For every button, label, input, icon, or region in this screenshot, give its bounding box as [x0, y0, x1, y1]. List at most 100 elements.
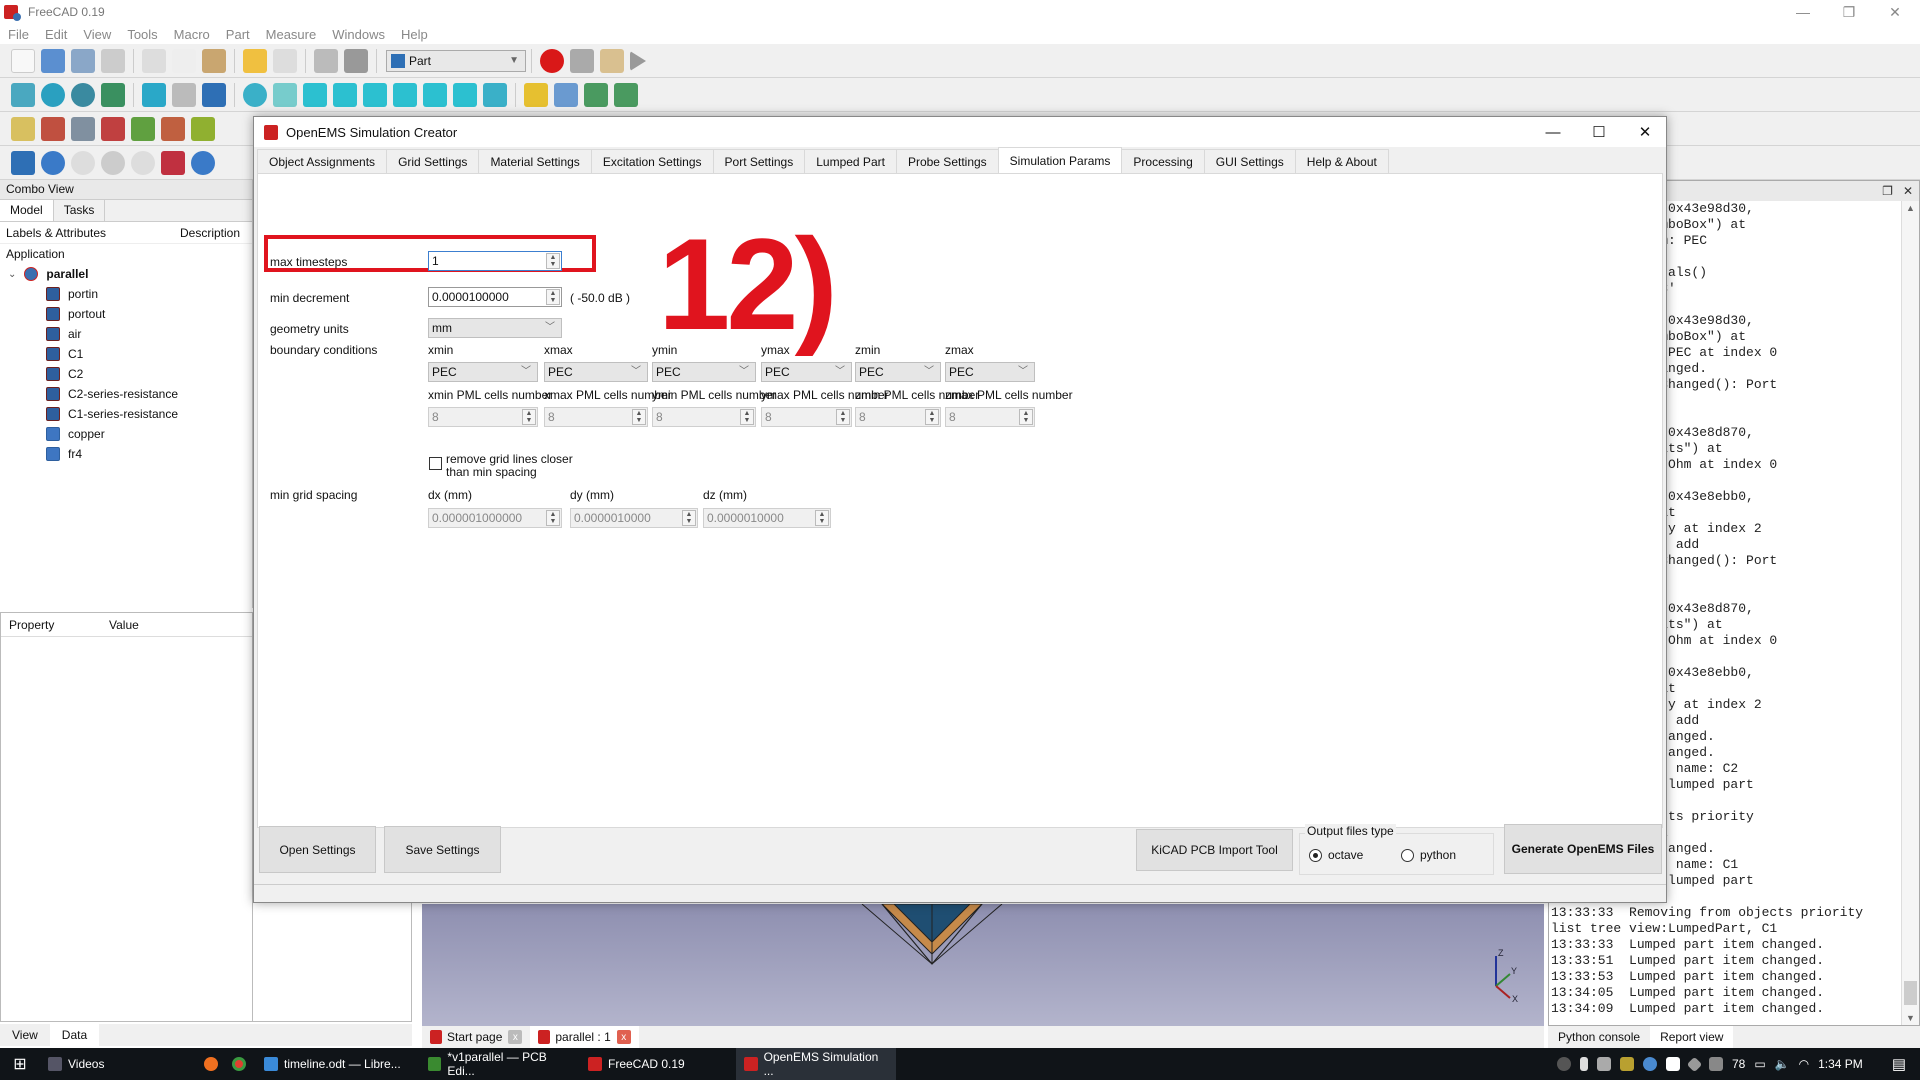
copy-icon[interactable]: [172, 48, 196, 73]
tree-item[interactable]: C2: [0, 364, 252, 384]
redo-icon[interactable]: [273, 48, 297, 73]
scroll-down-icon[interactable]: ▼: [1906, 1013, 1915, 1023]
clock[interactable]: 1:34 PM: [1818, 1057, 1863, 1071]
taskbar-chrome[interactable]: [228, 1048, 256, 1080]
join-icon[interactable]: [161, 150, 185, 175]
menu-measure[interactable]: Measure: [266, 27, 317, 42]
radio-button-selected-icon[interactable]: [1309, 849, 1322, 863]
box-icon[interactable]: [11, 150, 35, 175]
spin-arrows-icon[interactable]: ▲ ▼: [522, 409, 536, 425]
float-panel-icon[interactable]: ❐: [1882, 184, 1893, 198]
measure-toggle-3d-icon[interactable]: [131, 116, 155, 141]
tree-item[interactable]: air: [0, 324, 252, 344]
zmin-boundary-select[interactable]: PEC ﹀: [855, 362, 941, 382]
column-labels-attributes[interactable]: Labels & Attributes: [0, 226, 174, 240]
column-value[interactable]: Value: [101, 618, 139, 632]
spin-arrows-icon[interactable]: ▲ ▼: [682, 510, 696, 526]
workbench-selector[interactable]: Part ▼: [386, 49, 526, 72]
right-view-icon[interactable]: [363, 82, 387, 107]
xmin-boundary-select[interactable]: PEC ﹀: [428, 362, 538, 382]
tree-item[interactable]: portout: [0, 304, 252, 324]
tree-item[interactable]: C1-series-resistance: [0, 404, 252, 424]
measure-refresh-icon[interactable]: [101, 116, 125, 141]
open-folder-icon[interactable]: [41, 48, 65, 73]
menu-file[interactable]: File: [8, 27, 29, 42]
dx-input[interactable]: 0.000001000000 ▲ ▼: [428, 508, 562, 528]
radio-octave[interactable]: octave: [1309, 848, 1363, 863]
minimize-button[interactable]: —: [1780, 0, 1826, 24]
menu-windows[interactable]: Windows: [332, 27, 385, 42]
app-tray-icon[interactable]: [1619, 1057, 1634, 1071]
zmin-pml-input[interactable]: 8 ▲ ▼: [855, 407, 941, 427]
cut-shape-icon[interactable]: [71, 150, 95, 175]
run-macro-icon[interactable]: [630, 50, 646, 71]
xmin-pml-input[interactable]: 8 ▲ ▼: [428, 407, 538, 427]
dz-input[interactable]: 0.0000010000 ▲ ▼: [703, 508, 831, 528]
forward-arrow-icon[interactable]: [172, 82, 196, 107]
close-tab-icon[interactable]: x: [616, 1030, 631, 1044]
menu-part[interactable]: Part: [226, 27, 250, 42]
menu-macro[interactable]: Macro: [174, 27, 210, 42]
record-macro-icon[interactable]: [540, 48, 564, 73]
radio-python[interactable]: python: [1401, 848, 1456, 863]
spin-arrows-icon[interactable]: ▲ ▼: [546, 510, 560, 526]
ymin-boundary-select[interactable]: PEC ﹀: [652, 362, 756, 382]
tree-item[interactable]: C2-series-resistance: [0, 384, 252, 404]
tree-item[interactable]: portin: [0, 284, 252, 304]
start-button[interactable]: ⊞: [0, 1048, 40, 1080]
isometric-view-icon[interactable]: [273, 82, 297, 107]
measure-clear-icon[interactable]: [41, 116, 65, 141]
wifi-icon[interactable]: ◠: [1799, 1057, 1809, 1071]
tab-excitation-settings[interactable]: Excitation Settings: [590, 149, 714, 173]
diamond-app-icon[interactable]: [1686, 1056, 1703, 1072]
menu-edit[interactable]: Edit: [45, 27, 67, 42]
taskbar-firefox[interactable]: [200, 1048, 228, 1080]
group-icon[interactable]: [554, 82, 578, 107]
close-button[interactable]: ✕: [1872, 0, 1918, 24]
radio-button-icon[interactable]: [1401, 849, 1414, 863]
tab-help-about[interactable]: Help & About: [1294, 149, 1389, 173]
rear-view-icon[interactable]: [393, 82, 417, 107]
boolean-icon[interactable]: [41, 150, 65, 175]
column-description[interactable]: Description: [174, 226, 240, 240]
battery-icon[interactable]: ▭: [1754, 1057, 1765, 1071]
dy-input[interactable]: 0.0000010000 ▲ ▼: [570, 508, 698, 528]
zoom-icon[interactable]: [243, 82, 267, 107]
taskbar-freecad[interactable]: FreeCAD 0.19: [580, 1048, 736, 1080]
remove-grid-lines-checkbox[interactable]: [429, 457, 442, 470]
fit-all-icon[interactable]: [11, 82, 35, 107]
tree-item[interactable]: C1: [0, 344, 252, 364]
link-actions-icon[interactable]: [614, 82, 638, 107]
open-settings-button[interactable]: Open Settings: [259, 826, 376, 873]
dialog-minimize-button[interactable]: —: [1530, 117, 1576, 147]
tree-document-parallel[interactable]: ⌄ parallel: [0, 264, 252, 284]
tab-data[interactable]: Data: [49, 1024, 100, 1046]
restore-button[interactable]: ❐: [1826, 0, 1872, 24]
link-icon[interactable]: [584, 82, 608, 107]
draw-style-icon[interactable]: [71, 82, 95, 107]
front-view-icon[interactable]: [303, 82, 327, 107]
taskbar-openems[interactable]: OpenEMS Simulation ...: [736, 1048, 896, 1080]
tab-start-page[interactable]: Start page x: [422, 1026, 530, 1048]
refresh-icon[interactable]: [314, 48, 338, 73]
edit-macro-icon[interactable]: [600, 48, 624, 73]
close-panel-icon[interactable]: ✕: [1903, 184, 1913, 198]
sync-view-icon[interactable]: [202, 82, 226, 107]
tab-model[interactable]: Model: [0, 200, 54, 221]
left-view-icon[interactable]: [453, 82, 477, 107]
tab-gui-settings[interactable]: GUI Settings: [1203, 149, 1296, 173]
spin-arrows-icon[interactable]: ▲ ▼: [632, 409, 646, 425]
xmax-pml-input[interactable]: 8 ▲ ▼: [544, 407, 648, 427]
taskbar-videos[interactable]: Videos: [40, 1048, 200, 1080]
measure-angular-icon[interactable]: [71, 116, 95, 141]
split-icon[interactable]: [191, 150, 215, 175]
ymax-pml-input[interactable]: 8 ▲ ▼: [761, 407, 852, 427]
screen-capture-icon[interactable]: [1596, 1057, 1611, 1071]
measure-toggle-all-icon[interactable]: [191, 116, 215, 141]
dialog-maximize-button[interactable]: ☐: [1576, 117, 1622, 147]
new-document-icon[interactable]: [11, 48, 35, 73]
measure-toggle-delta-icon[interactable]: [161, 116, 185, 141]
spin-arrows-icon[interactable]: ▲ ▼: [1019, 409, 1033, 425]
save-icon[interactable]: [71, 48, 95, 73]
top-view-icon[interactable]: [333, 82, 357, 107]
